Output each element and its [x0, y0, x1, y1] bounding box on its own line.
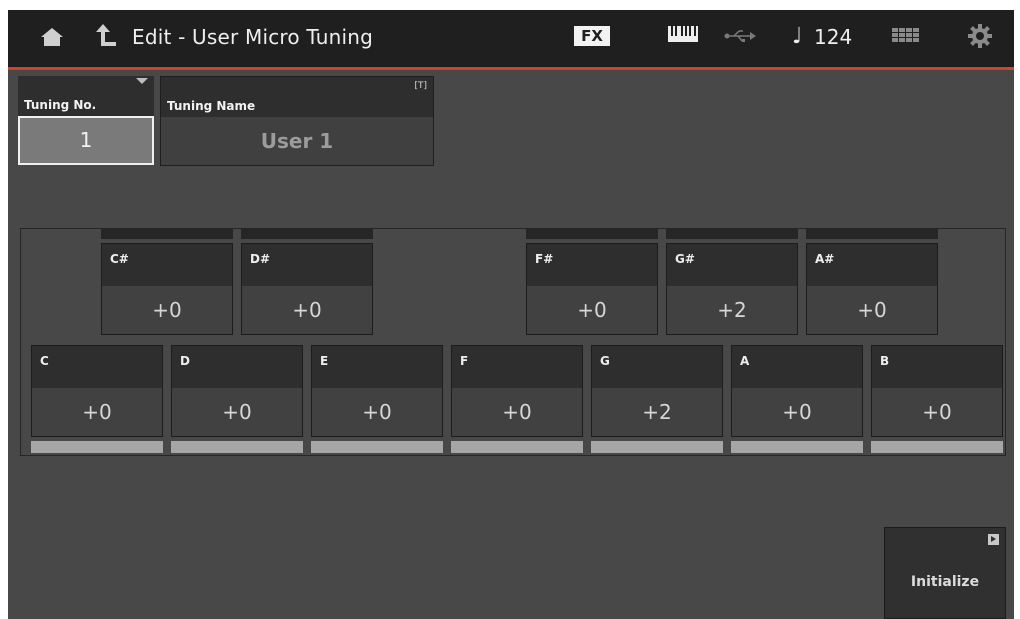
header-accent-line — [8, 67, 1014, 70]
key-name: B — [880, 354, 890, 368]
key-name: G — [600, 354, 610, 368]
key-tuning-value[interactable]: +0 — [172, 388, 302, 436]
key-tuning-value[interactable]: +0 — [872, 388, 1002, 436]
key-d-sharp[interactable]: D# +0 — [241, 243, 373, 335]
tuning-name-box[interactable]: Tuning Name [T] User 1 — [160, 76, 434, 166]
key-tuning-value[interactable]: +0 — [732, 388, 862, 436]
key-name: C — [40, 354, 49, 368]
key-name: F# — [535, 252, 554, 266]
key-tuning-value[interactable]: +0 — [452, 388, 582, 436]
key-name: D# — [250, 252, 271, 266]
tuning-number-label: Tuning No. — [24, 98, 97, 112]
key-name: F — [460, 354, 469, 368]
tempo-value[interactable]: 124 — [814, 25, 852, 49]
key-f[interactable]: F +0 — [451, 345, 583, 437]
gear-icon[interactable] — [968, 24, 992, 52]
white-key-bar — [171, 441, 303, 453]
key-c[interactable]: C +0 — [31, 345, 163, 437]
play-indicator-icon — [988, 534, 999, 545]
home-icon[interactable] — [41, 28, 63, 50]
text-edit-icon: [T] — [414, 81, 427, 91]
white-key-bar — [311, 441, 443, 453]
black-key-top-strip — [101, 229, 233, 239]
initialize-label: Initialize — [910, 574, 980, 590]
white-key-bar — [871, 441, 1003, 453]
dropdown-arrow-icon — [136, 78, 148, 84]
white-key-bar — [451, 441, 583, 453]
key-tuning-value[interactable]: +2 — [667, 286, 797, 334]
key-b[interactable]: B +0 — [871, 345, 1003, 437]
key-tuning-value[interactable]: +0 — [527, 286, 657, 334]
up-arrow-icon[interactable] — [96, 24, 116, 52]
key-a[interactable]: A +0 — [731, 345, 863, 437]
key-tuning-value[interactable]: +0 — [312, 388, 442, 436]
tuning-number-field[interactable]: 1 — [18, 116, 154, 165]
key-c-sharp[interactable]: C# +0 — [101, 243, 233, 335]
fx-icon[interactable]: FX — [574, 26, 610, 46]
key-tuning-value[interactable]: +0 — [102, 286, 232, 334]
tempo-note-icon: ♩ — [792, 24, 803, 49]
tuning-name-field[interactable]: User 1 — [161, 117, 433, 165]
key-name: E — [320, 354, 329, 368]
white-key-bar — [591, 441, 723, 453]
key-tuning-value[interactable]: +2 — [592, 388, 722, 436]
key-tuning-value[interactable]: +0 — [32, 388, 162, 436]
initialize-button[interactable]: Initialize — [884, 527, 1006, 619]
white-key-bar — [731, 441, 863, 453]
key-g[interactable]: G +2 — [591, 345, 723, 437]
screen: Edit - User Micro Tuning FX ♩ 124 Tuning… — [8, 10, 1014, 619]
black-key-top-strip — [526, 229, 658, 239]
usb-icon — [724, 28, 756, 47]
key-name: A — [740, 354, 750, 368]
keyboard-panel: C# +0 D# +0 F# +0 G# +2 A# +0 C +0 D +0 — [20, 228, 1006, 456]
black-key-top-strip — [666, 229, 798, 239]
key-f-sharp[interactable]: F# +0 — [526, 243, 658, 335]
key-name: G# — [675, 252, 695, 266]
page-title: Edit - User Micro Tuning — [132, 25, 374, 49]
key-g-sharp[interactable]: G# +2 — [666, 243, 798, 335]
white-key-bar — [31, 441, 163, 453]
key-tuning-value[interactable]: +0 — [242, 286, 372, 334]
black-key-top-strip — [241, 229, 373, 239]
key-name: A# — [815, 252, 835, 266]
key-d[interactable]: D +0 — [171, 345, 303, 437]
tuning-name-label: Tuning Name — [167, 99, 256, 113]
key-tuning-value[interactable]: +0 — [807, 286, 937, 334]
key-name: C# — [110, 252, 129, 266]
key-name: D — [180, 354, 190, 368]
key-a-sharp[interactable]: A# +0 — [806, 243, 938, 335]
key-e[interactable]: E +0 — [311, 345, 443, 437]
grid-icon[interactable] — [892, 28, 920, 50]
black-key-top-strip — [806, 229, 938, 239]
top-bar: Edit - User Micro Tuning FX ♩ 124 — [8, 10, 1014, 67]
keyboard-icon — [668, 26, 698, 46]
